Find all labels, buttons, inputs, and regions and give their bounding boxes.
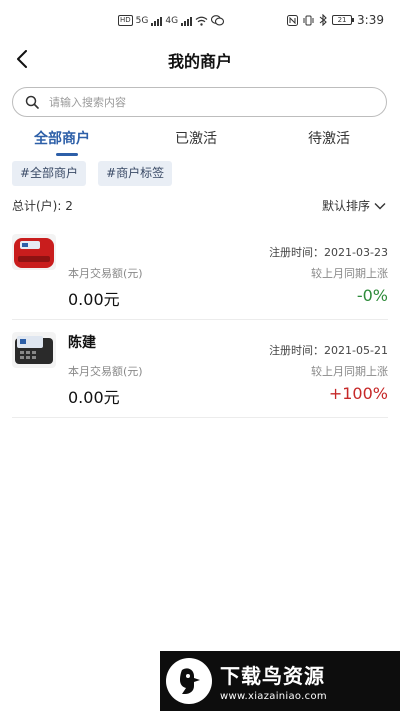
watermark-title: 下载鸟资源 [220,664,325,688]
bird-logo-icon [166,658,212,704]
merchant-name: 陈建 [68,335,96,351]
bluetooth-icon [319,14,327,26]
merchant-item[interactable]: 注册时间：2021-03-23 本月交易额(元) 较上月同期上涨 0.00元 -… [12,222,388,320]
nfc-icon [287,14,299,26]
merchant-page: HD 5G 4G 21 3:39 我的商户 全部商户 已激活 待激活 [0,0,400,711]
compare-label: 较上月同期上涨 [311,267,388,280]
pos-terminal-red-image [12,234,56,270]
hd-badge: HD [118,15,133,26]
tab-all-merchants[interactable]: 全部商户 [34,128,90,148]
merchant-item[interactable]: 陈建 注册时间：2021-05-21 本月交易额(元) 较上月同期上涨 0.00… [12,320,388,418]
month-volume-value: 0.00元 [68,290,120,309]
tab-pending[interactable]: 待激活 [308,128,350,148]
vibrate-icon [303,15,314,25]
wifi-icon [195,16,208,26]
tag-filters: #全部商户 #商户标签 [12,161,173,186]
active-tab-indicator [56,153,78,156]
battery-level: 21 [337,16,347,24]
sort-label: 默认排序 [321,199,370,213]
search-icon [25,95,39,109]
total-count-label: 总计(户): [12,199,62,213]
status-time: 3:39 [357,13,384,27]
app-header: 我的商户 [0,44,400,76]
month-volume-label: 本月交易额(元) [68,267,143,280]
watermark-url: www.xiazainiao.com [220,691,327,702]
status-bar: HD 5G 4G 21 3:39 [0,0,400,44]
net-4g-label: 4G [165,15,179,26]
merchant-list: 注册时间：2021-03-23 本月交易额(元) 较上月同期上涨 0.00元 -… [12,222,388,418]
tab-activated[interactable]: 已激活 [175,128,217,148]
merchant-avatar [12,234,56,270]
pos-terminal-black-image [12,332,56,368]
compare-label: 较上月同期上涨 [311,365,388,378]
chevron-down-icon [374,202,386,209]
signal-icon [151,16,163,26]
page-title: 我的商户 [167,52,232,71]
merchant-avatar [12,332,56,368]
status-left: HD 5G 4G [118,15,225,26]
search-input[interactable] [49,95,349,109]
total-count: 总计(户): 2 [12,197,73,214]
register-time: 注册时间：2021-03-23 [269,246,388,259]
watermark-text: 下载鸟资源 www.xiazainiao.com [220,660,327,702]
month-volume-value: 0.00元 [68,388,120,407]
tag-merchant-label[interactable]: #商户标签 [98,161,173,186]
tag-all-merchants[interactable]: #全部商户 [12,161,87,186]
sort-dropdown[interactable]: 默认排序 [322,197,386,214]
wechat-icon [211,15,225,26]
signal-icon-2 [181,16,193,26]
register-time: 注册时间：2021-05-21 [269,344,388,357]
search-bar[interactable] [12,87,387,117]
status-right: 21 3:39 [287,13,384,27]
battery-icon: 21 [332,15,355,25]
filter-tabs: 全部商户 已激活 待激活 [0,128,400,158]
watermark-banner: 下载鸟资源 www.xiazainiao.com [160,651,400,711]
net-5g-label: 5G [135,15,149,26]
total-count-value: 2 [65,199,73,213]
month-volume-label: 本月交易额(元) [68,365,143,378]
change-percent: +100% [328,384,388,403]
change-percent: -0% [356,286,388,305]
summary-row: 总计(户): 2 默认排序 [12,197,386,217]
